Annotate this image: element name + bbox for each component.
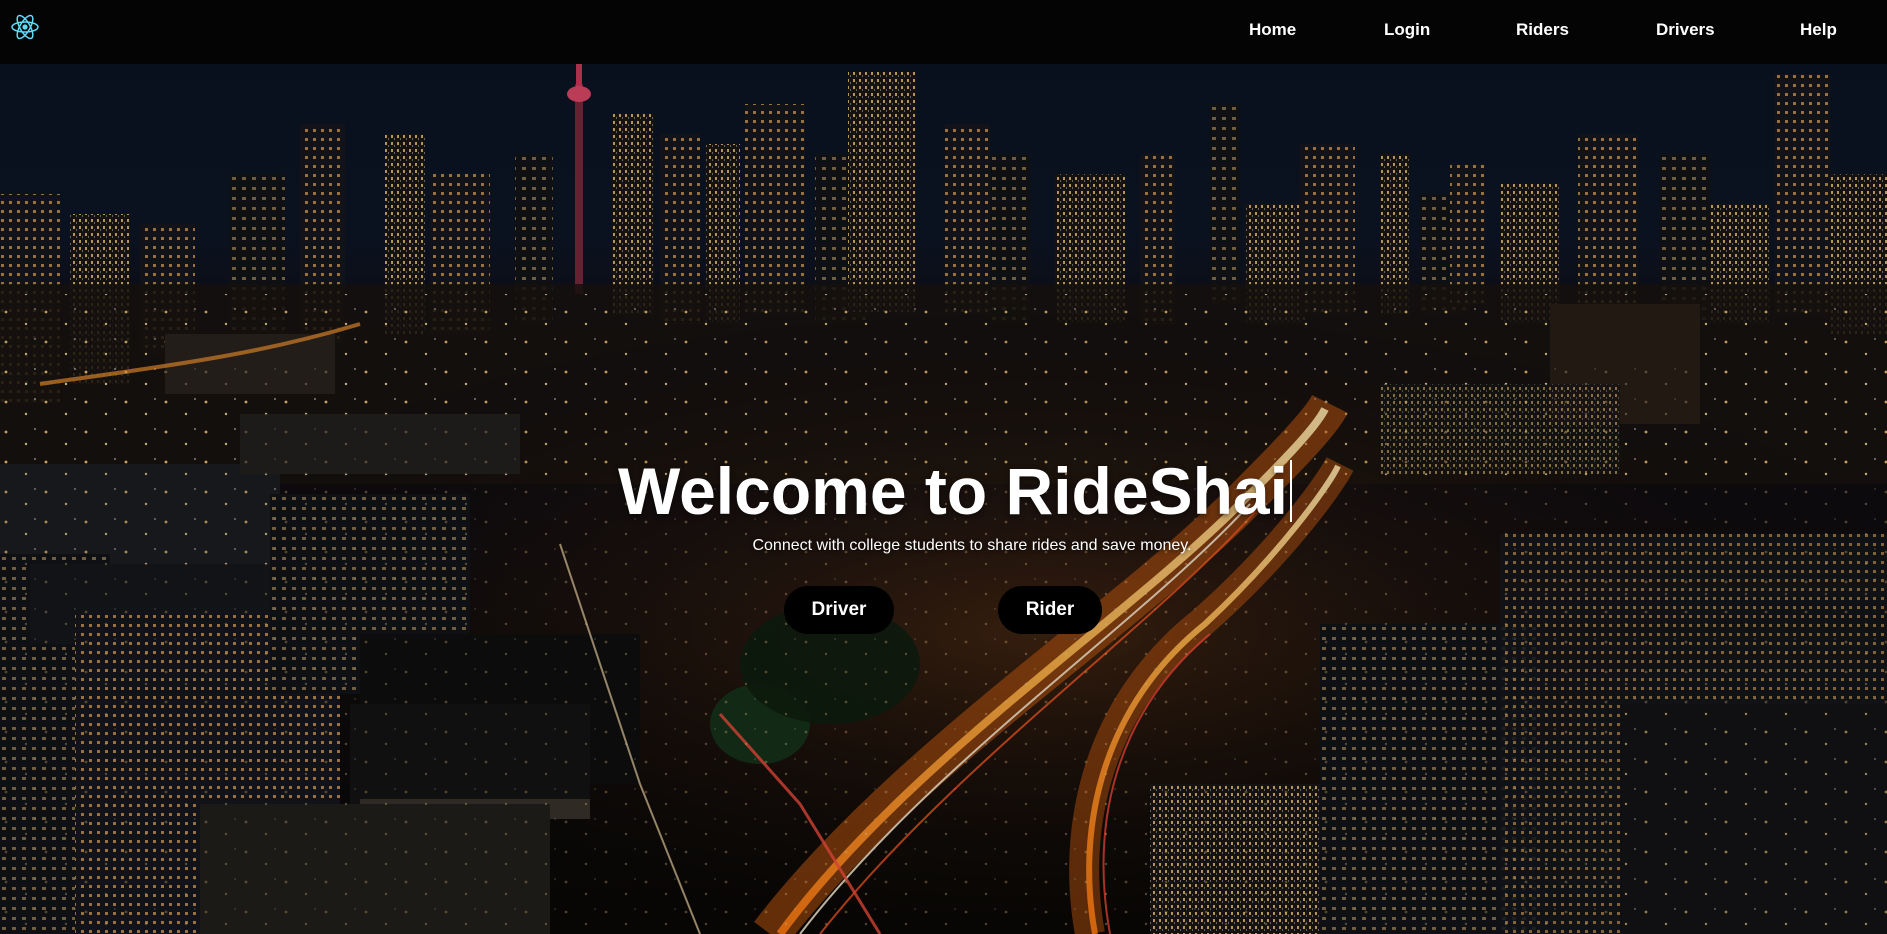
react-atom-icon[interactable] <box>10 12 40 42</box>
hero-title-text: Welcome to RideShai <box>618 454 1288 528</box>
driver-button[interactable]: Driver <box>784 586 894 634</box>
hero-subtitle: Connect with college students to share r… <box>752 537 1192 554</box>
nav-link-help[interactable]: Help <box>1800 20 1837 40</box>
hero-section: Welcome to RideShai Connect with college… <box>0 64 1887 934</box>
top-navbar: Home Login Riders Drivers Help <box>0 0 1887 64</box>
nav-link-riders[interactable]: Riders <box>1516 20 1569 40</box>
nav-link-home[interactable]: Home <box>1249 20 1296 40</box>
hero-content: Welcome to RideShai Connect with college… <box>0 64 1887 934</box>
nav-link-login[interactable]: Login <box>1384 20 1430 40</box>
nav-link-drivers[interactable]: Drivers <box>1656 20 1715 40</box>
hero-title: Welcome to RideShai <box>618 453 1292 529</box>
rider-button[interactable]: Rider <box>998 586 1102 634</box>
typing-caret <box>1289 460 1292 522</box>
